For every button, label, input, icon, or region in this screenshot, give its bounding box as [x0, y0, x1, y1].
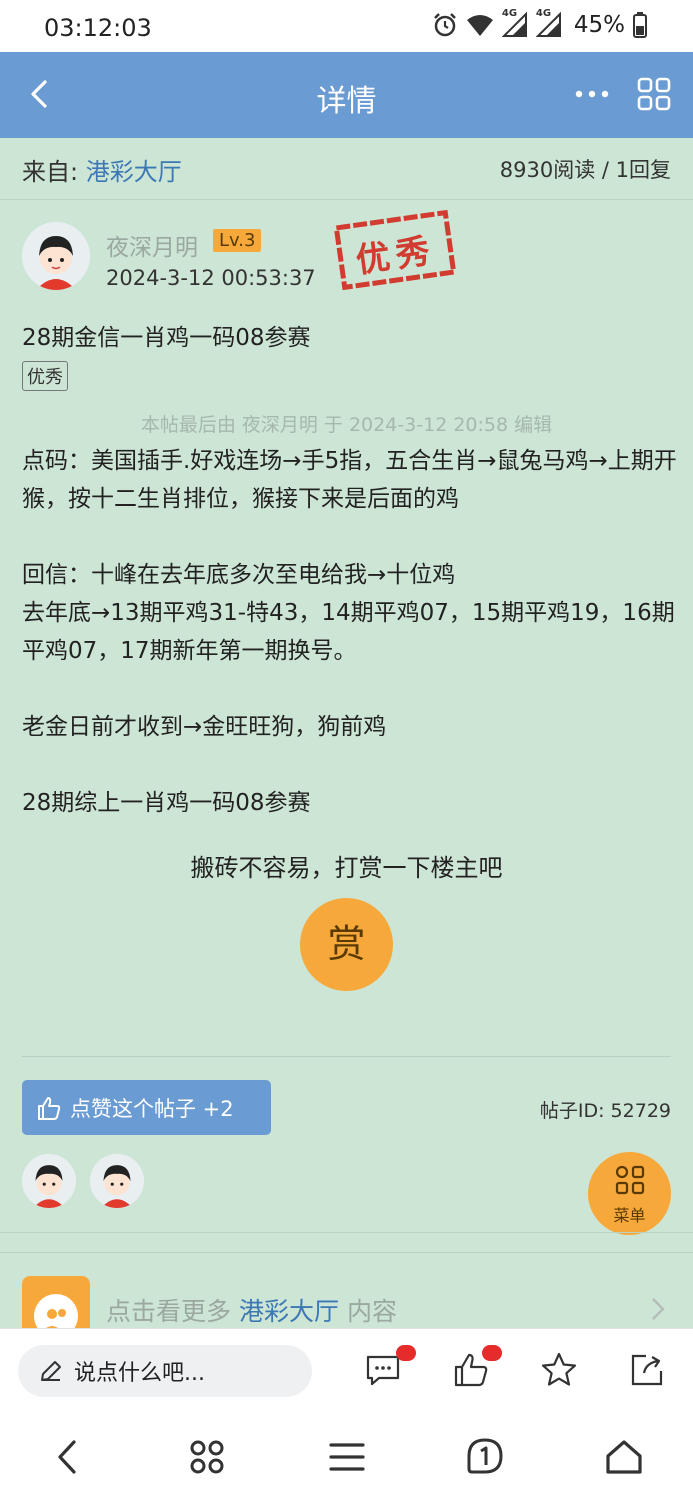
post-title: 28期金信一肖鸡一码08参赛 — [22, 325, 311, 351]
source-from: 来自: 港彩大厅 — [22, 152, 182, 187]
source-prefix: 来自: — [22, 158, 79, 186]
source-row: 来自: 港彩大厅 8930阅读 / 1回复 — [0, 138, 693, 200]
liker-avatar[interactable] — [22, 1154, 76, 1208]
excellent-stamp: 优秀 — [332, 206, 459, 294]
reward-prompt: 搬砖不容易，打赏一下楼主吧 — [190, 854, 503, 882]
edit-note: 本帖最后由 夜深月明 于 2024-3-12 20:58 编辑 — [140, 414, 553, 436]
like-post-button[interactable]: 点赞这个帖子 +2 — [22, 1080, 271, 1135]
content-paragraph: 去年底→13期平鸡31-特43，14期平鸡07，15期平鸡19，16期平鸡07，… — [22, 600, 675, 664]
post-stats: 8930阅读 / 1回复 — [499, 158, 671, 182]
more-forum-name: 港彩大厅 — [238, 1297, 339, 1326]
grid-icon[interactable] — [636, 76, 672, 112]
thumbs-up-icon — [38, 1096, 61, 1120]
menu-fab[interactable]: 菜单 — [588, 1152, 671, 1235]
content-paragraph: 28期综上一肖鸡一码08参赛 — [22, 790, 311, 816]
post-tag[interactable]: 优秀 — [22, 361, 68, 391]
signal-icon — [501, 12, 527, 37]
nav-home-icon[interactable] — [603, 1436, 645, 1478]
nav-menu-icon[interactable] — [326, 1436, 368, 1478]
content-paragraph: 回信：十峰在去年底多次至电给我→十位鸡 — [22, 562, 456, 588]
nav-shortcut-icon[interactable] — [186, 1436, 228, 1478]
status-time: 03:12:03 — [44, 14, 152, 42]
apps-icon — [615, 1165, 645, 1195]
author-name[interactable]: 夜深月明 — [106, 228, 198, 262]
post-content: 点码：美国插手.好戏连场→手5指，五合生肖→鼠兔马鸡→上期开猴，按十二生肖排位，… — [22, 442, 677, 822]
section-divider — [0, 1252, 693, 1253]
reply-input[interactable]: 说点什么吧... — [18, 1345, 312, 1397]
more-from-forum[interactable]: 点击看更多 港彩大厅 内容 — [0, 1262, 693, 1344]
chevron-right-icon — [652, 1298, 665, 1320]
signal-group-2: 4G — [535, 8, 562, 38]
like-badge — [482, 1345, 502, 1361]
liker-avatar[interactable] — [90, 1154, 144, 1208]
level-badge: Lv.3 — [213, 229, 262, 252]
battery-percent: 45% — [573, 12, 625, 38]
author-avatar[interactable] — [22, 222, 90, 290]
post-id: 帖子ID: 52729 — [539, 1100, 671, 1122]
avatar-face-icon — [22, 1154, 76, 1208]
status-icons: 4G 4G 45% — [432, 8, 647, 38]
source-forum-link[interactable]: 港彩大厅 — [86, 158, 182, 186]
avatar-face-icon — [22, 222, 90, 290]
nav-back-icon[interactable] — [48, 1436, 90, 1478]
section-divider — [0, 1232, 693, 1233]
share-icon[interactable] — [628, 1351, 666, 1389]
status-bar: 03:12:03 4G 4G 45% — [0, 0, 693, 52]
nav-tabs-icon[interactable] — [464, 1436, 506, 1478]
battery-icon — [633, 12, 647, 38]
reward-button[interactable]: 赏 — [300, 898, 393, 991]
post-time: 2024-3-12 00:53:37 — [106, 266, 316, 290]
wifi-icon — [466, 15, 493, 36]
reply-bar: 说点什么吧... — [0, 1328, 693, 1414]
reply-placeholder: 说点什么吧... — [74, 1361, 205, 1386]
alarm-icon — [433, 13, 456, 37]
more-prefix: 点击看更多 — [106, 1297, 232, 1326]
signal-group-1: 4G — [501, 8, 528, 38]
menu-fab-label: 菜单 — [613, 1206, 646, 1225]
more-suffix: 内容 — [346, 1297, 397, 1326]
more-icon[interactable] — [572, 78, 612, 110]
pencil-icon — [41, 1361, 61, 1381]
system-nav-bar — [0, 1414, 693, 1500]
comment-badge — [396, 1345, 416, 1361]
like-button-label: 点赞这个帖子 +2 — [70, 1096, 234, 1121]
avatar-face-icon — [90, 1154, 144, 1208]
title-bar: 详情 — [0, 52, 693, 138]
divider — [22, 1056, 671, 1057]
content-paragraph: 老金日前才收到→金旺旺狗，狗前鸡 — [22, 714, 387, 740]
more-text: 点击看更多 港彩大厅 内容 — [106, 1292, 397, 1328]
content-paragraph: 点码：美国插手.好戏连场→手5指，五合生肖→鼠兔马鸡→上期开猴，按十二生肖排位，… — [22, 448, 677, 512]
star-icon[interactable] — [540, 1351, 578, 1389]
signal-icon — [535, 12, 561, 37]
